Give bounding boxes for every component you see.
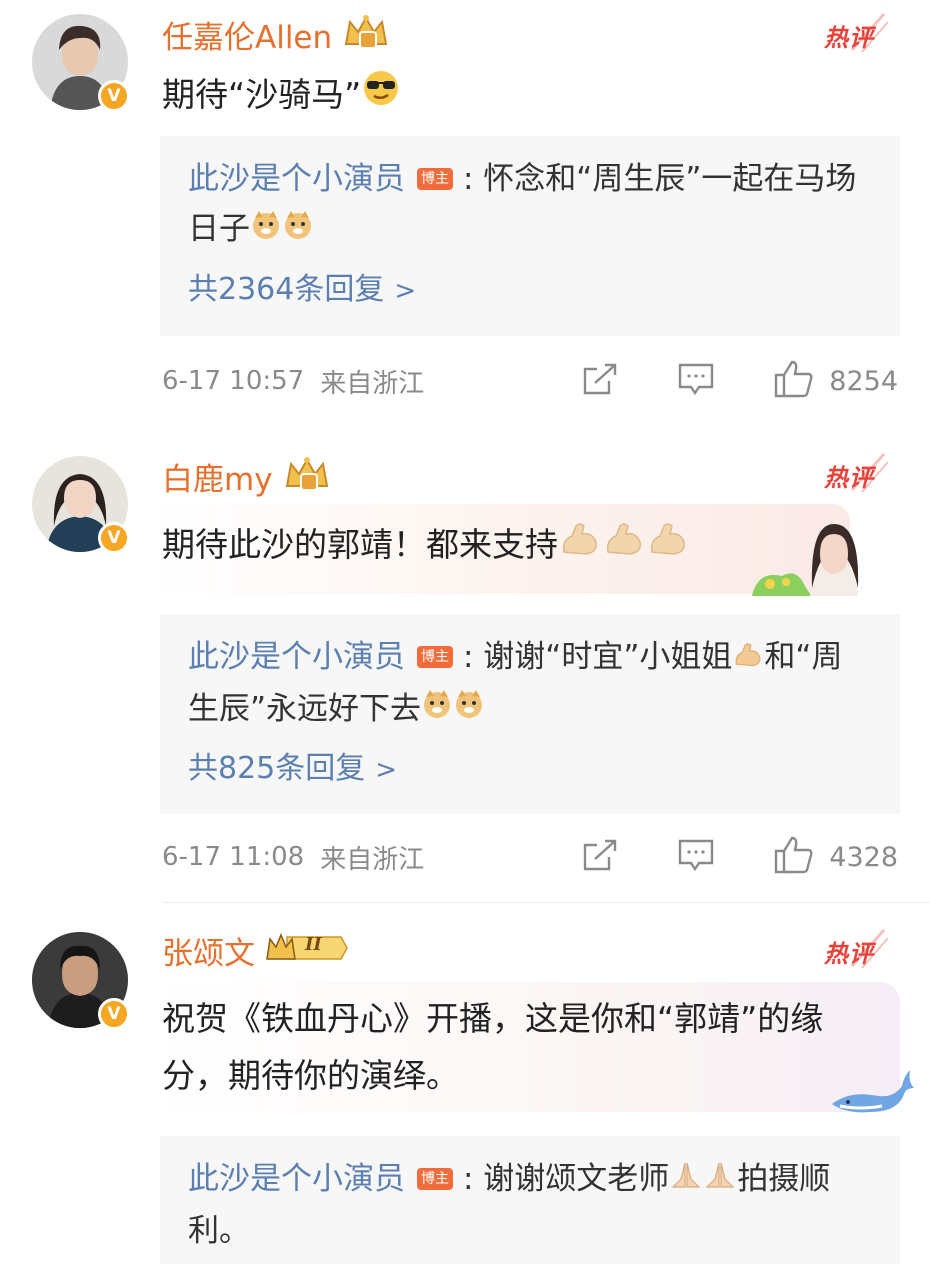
host-badge: 博主: [417, 645, 453, 668]
sunglasses-emoji-icon: [361, 68, 401, 125]
reply-text: 此沙是个小演员 博主: 谢谢“时宜”小姐姐 和“周生辰”永远好下去: [188, 632, 872, 735]
verified-badge-icon: V: [98, 522, 130, 554]
verified-badge-icon: V: [98, 998, 130, 1030]
comment-text: 祝贺《铁血丹心》开播，这是你和“郭靖”的缘分，期待你的演绎。: [162, 999, 824, 1095]
muscle-emoji-icon: [646, 518, 690, 575]
verified-badge-icon: V: [98, 80, 130, 112]
reply-author[interactable]: 此沙是个小演员: [188, 1161, 405, 1197]
pray-emoji-icon: [669, 1156, 703, 1206]
comment-location: 来自浙江: [320, 844, 425, 875]
doge-emoji-icon: [282, 206, 314, 256]
reply-author[interactable]: 此沙是个小演员: [188, 639, 405, 675]
view-replies-link[interactable]: 共2364条回复 >: [188, 266, 872, 315]
hot-comment-label: 热评: [822, 926, 892, 972]
avatar[interactable]: V: [32, 932, 130, 1030]
divider: [162, 902, 930, 903]
share-icon[interactable]: [581, 361, 619, 401]
chevron-right-icon: >: [394, 275, 417, 306]
comment-icon[interactable]: [677, 361, 715, 401]
reply-preview[interactable]: 此沙是个小演员 博主: 谢谢颂文老师 拍摄顺利。: [160, 1136, 900, 1264]
chevron-right-icon: >: [375, 755, 398, 785]
reply-text: 此沙是个小演员 博主: 怀念和“周生辰”一起在马场日子: [188, 154, 872, 256]
comment-icon[interactable]: [677, 837, 715, 877]
like-count: 8254: [829, 365, 898, 397]
commenter-name[interactable]: 白鹿my: [162, 454, 273, 499]
comment-time: 6-17 11:08: [162, 842, 305, 872]
hot-comment-label: 热评: [822, 10, 892, 56]
comment-item: V 任嘉伦Allen 热评 期待“沙骑马” 此沙是个小演员 博主: 怀念和“周生辰…: [0, 0, 930, 430]
doge-emoji-icon: [421, 685, 453, 735]
comment-location: 来自浙江: [320, 368, 425, 399]
like-count: 4328: [829, 841, 898, 873]
muscle-emoji-icon: [558, 518, 602, 575]
pray-emoji-icon: [703, 1156, 737, 1206]
thumbs-up-icon[interactable]: [773, 835, 815, 879]
doge-emoji-icon: [250, 206, 282, 256]
crown-icon: [342, 14, 390, 54]
thumbs-up-icon[interactable]: [773, 359, 815, 403]
comment-text: 期待此沙的郭靖！都来支持: [162, 516, 890, 575]
level-badge-icon: II: [265, 931, 349, 969]
avatar[interactable]: V: [32, 14, 130, 112]
muscle-emoji-icon: [732, 634, 764, 684]
reply-text: 此沙是个小演员 博主: 谢谢颂文老师 拍摄顺利。: [188, 1154, 872, 1256]
reply-preview[interactable]: 此沙是个小演员 博主: 谢谢“时宜”小姐姐 和“周生辰”永远好下去 共825条回复 >: [160, 614, 900, 814]
muscle-emoji-icon: [602, 518, 646, 575]
comment-item: V 白鹿my 热评 期待此沙的郭靖！都来支持 此沙是个小演员 博主: 谢谢“时…: [0, 446, 930, 892]
host-badge: 博主: [417, 167, 453, 190]
reply-preview[interactable]: 此沙是个小演员 博主: 怀念和“周生辰”一起在马场日子 共2364条回复 >: [160, 136, 900, 336]
doge-emoji-icon: [453, 685, 485, 735]
level-badge-label: II: [305, 934, 322, 955]
comment-item: V 张颂文 II 热评 祝贺《铁血丹心》开播，这是你和“郭靖”的缘分，期待你的演…: [0, 920, 930, 1264]
share-icon[interactable]: [581, 837, 619, 877]
host-badge: 博主: [417, 1167, 453, 1190]
comment-text: 期待“沙骑马”: [162, 66, 890, 125]
comment-time: 6-17 10:57: [162, 366, 305, 396]
commenter-name[interactable]: 任嘉伦Allen: [162, 12, 332, 57]
hot-comment-label: 热评: [822, 450, 892, 496]
commenter-name[interactable]: 张颂文: [162, 928, 255, 973]
crown-icon: [283, 456, 331, 496]
avatar[interactable]: V: [32, 456, 130, 554]
reply-author[interactable]: 此沙是个小演员: [188, 161, 405, 197]
view-replies-link[interactable]: 共825条回复 >: [188, 745, 872, 794]
